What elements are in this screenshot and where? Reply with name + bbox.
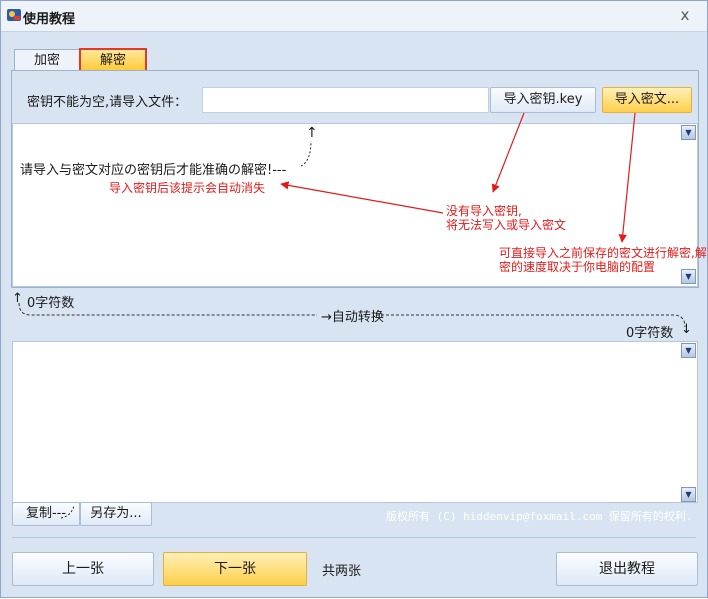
total-pages-text: 共两张 [322, 564, 362, 579]
next-page-button[interactable]: 下一张 [163, 552, 307, 586]
annotation-hint-disappears: 导入密钥后该提示会自动消失 [109, 181, 266, 195]
ciphertext-char-count: 0字符数 [27, 296, 75, 311]
prev-page-button[interactable]: 上一张 [12, 552, 154, 586]
close-icon[interactable]: x [677, 7, 693, 23]
annotation-no-key-line1: 没有导入密钥, [446, 204, 522, 218]
tutorial-window: 使用教程 x 加密 解密 密钥不能为空,请导入文件： 导入密钥.key 导入密文… [0, 0, 708, 598]
hint-up-arrow-icon: ↑ [306, 125, 318, 141]
scroll-up-icon[interactable]: ▼ [681, 125, 696, 140]
count-down-arrow-icon: ↓ [681, 322, 692, 337]
annotation-direct-import-line2: 密的速度取决于你电脑的配置 [499, 260, 656, 274]
key-required-label: 密钥不能为空,请导入文件： [27, 95, 188, 110]
scroll-up-icon-2[interactable]: ▼ [681, 343, 696, 358]
scroll-down-icon[interactable]: ▼ [681, 269, 696, 284]
annotation-no-key-line2: 将无法写入或导入密文 [446, 218, 567, 232]
plaintext-char-count: 0字符数 [626, 326, 674, 341]
scroll-down-icon-2[interactable]: ▼ [681, 487, 696, 502]
exit-tutorial-button[interactable]: 退出教程 [556, 552, 698, 586]
copy-button[interactable]: 复制--- [12, 502, 80, 526]
save-as-button[interactable]: 另存为... [80, 502, 152, 526]
copyright-text: 版权所有 (C) hiddenvip@foxmail.com 保留所有的权利. [386, 510, 693, 523]
count-up-arrow-icon: ↑ [12, 291, 23, 306]
plaintext-area[interactable] [12, 341, 698, 503]
import-key-button[interactable]: 导入密钥.key [490, 87, 596, 113]
app-icon [7, 9, 21, 21]
annotation-direct-import-line1: 可直接导入之前保存的密文进行解密,解 [499, 246, 707, 260]
key-hint-text: 请导入与密文对应の密钥后才能准确の解密!--- [20, 163, 287, 178]
key-input[interactable] [202, 87, 489, 113]
tab-encrypt[interactable]: 加密 [14, 49, 80, 72]
window-title: 使用教程 [23, 12, 76, 27]
title-bar: 使用教程 x [1, 1, 707, 32]
auto-convert-label: →自动转换 [319, 306, 386, 325]
footer-divider [12, 537, 696, 538]
import-ciphertext-button[interactable]: 导入密文... [602, 87, 692, 113]
